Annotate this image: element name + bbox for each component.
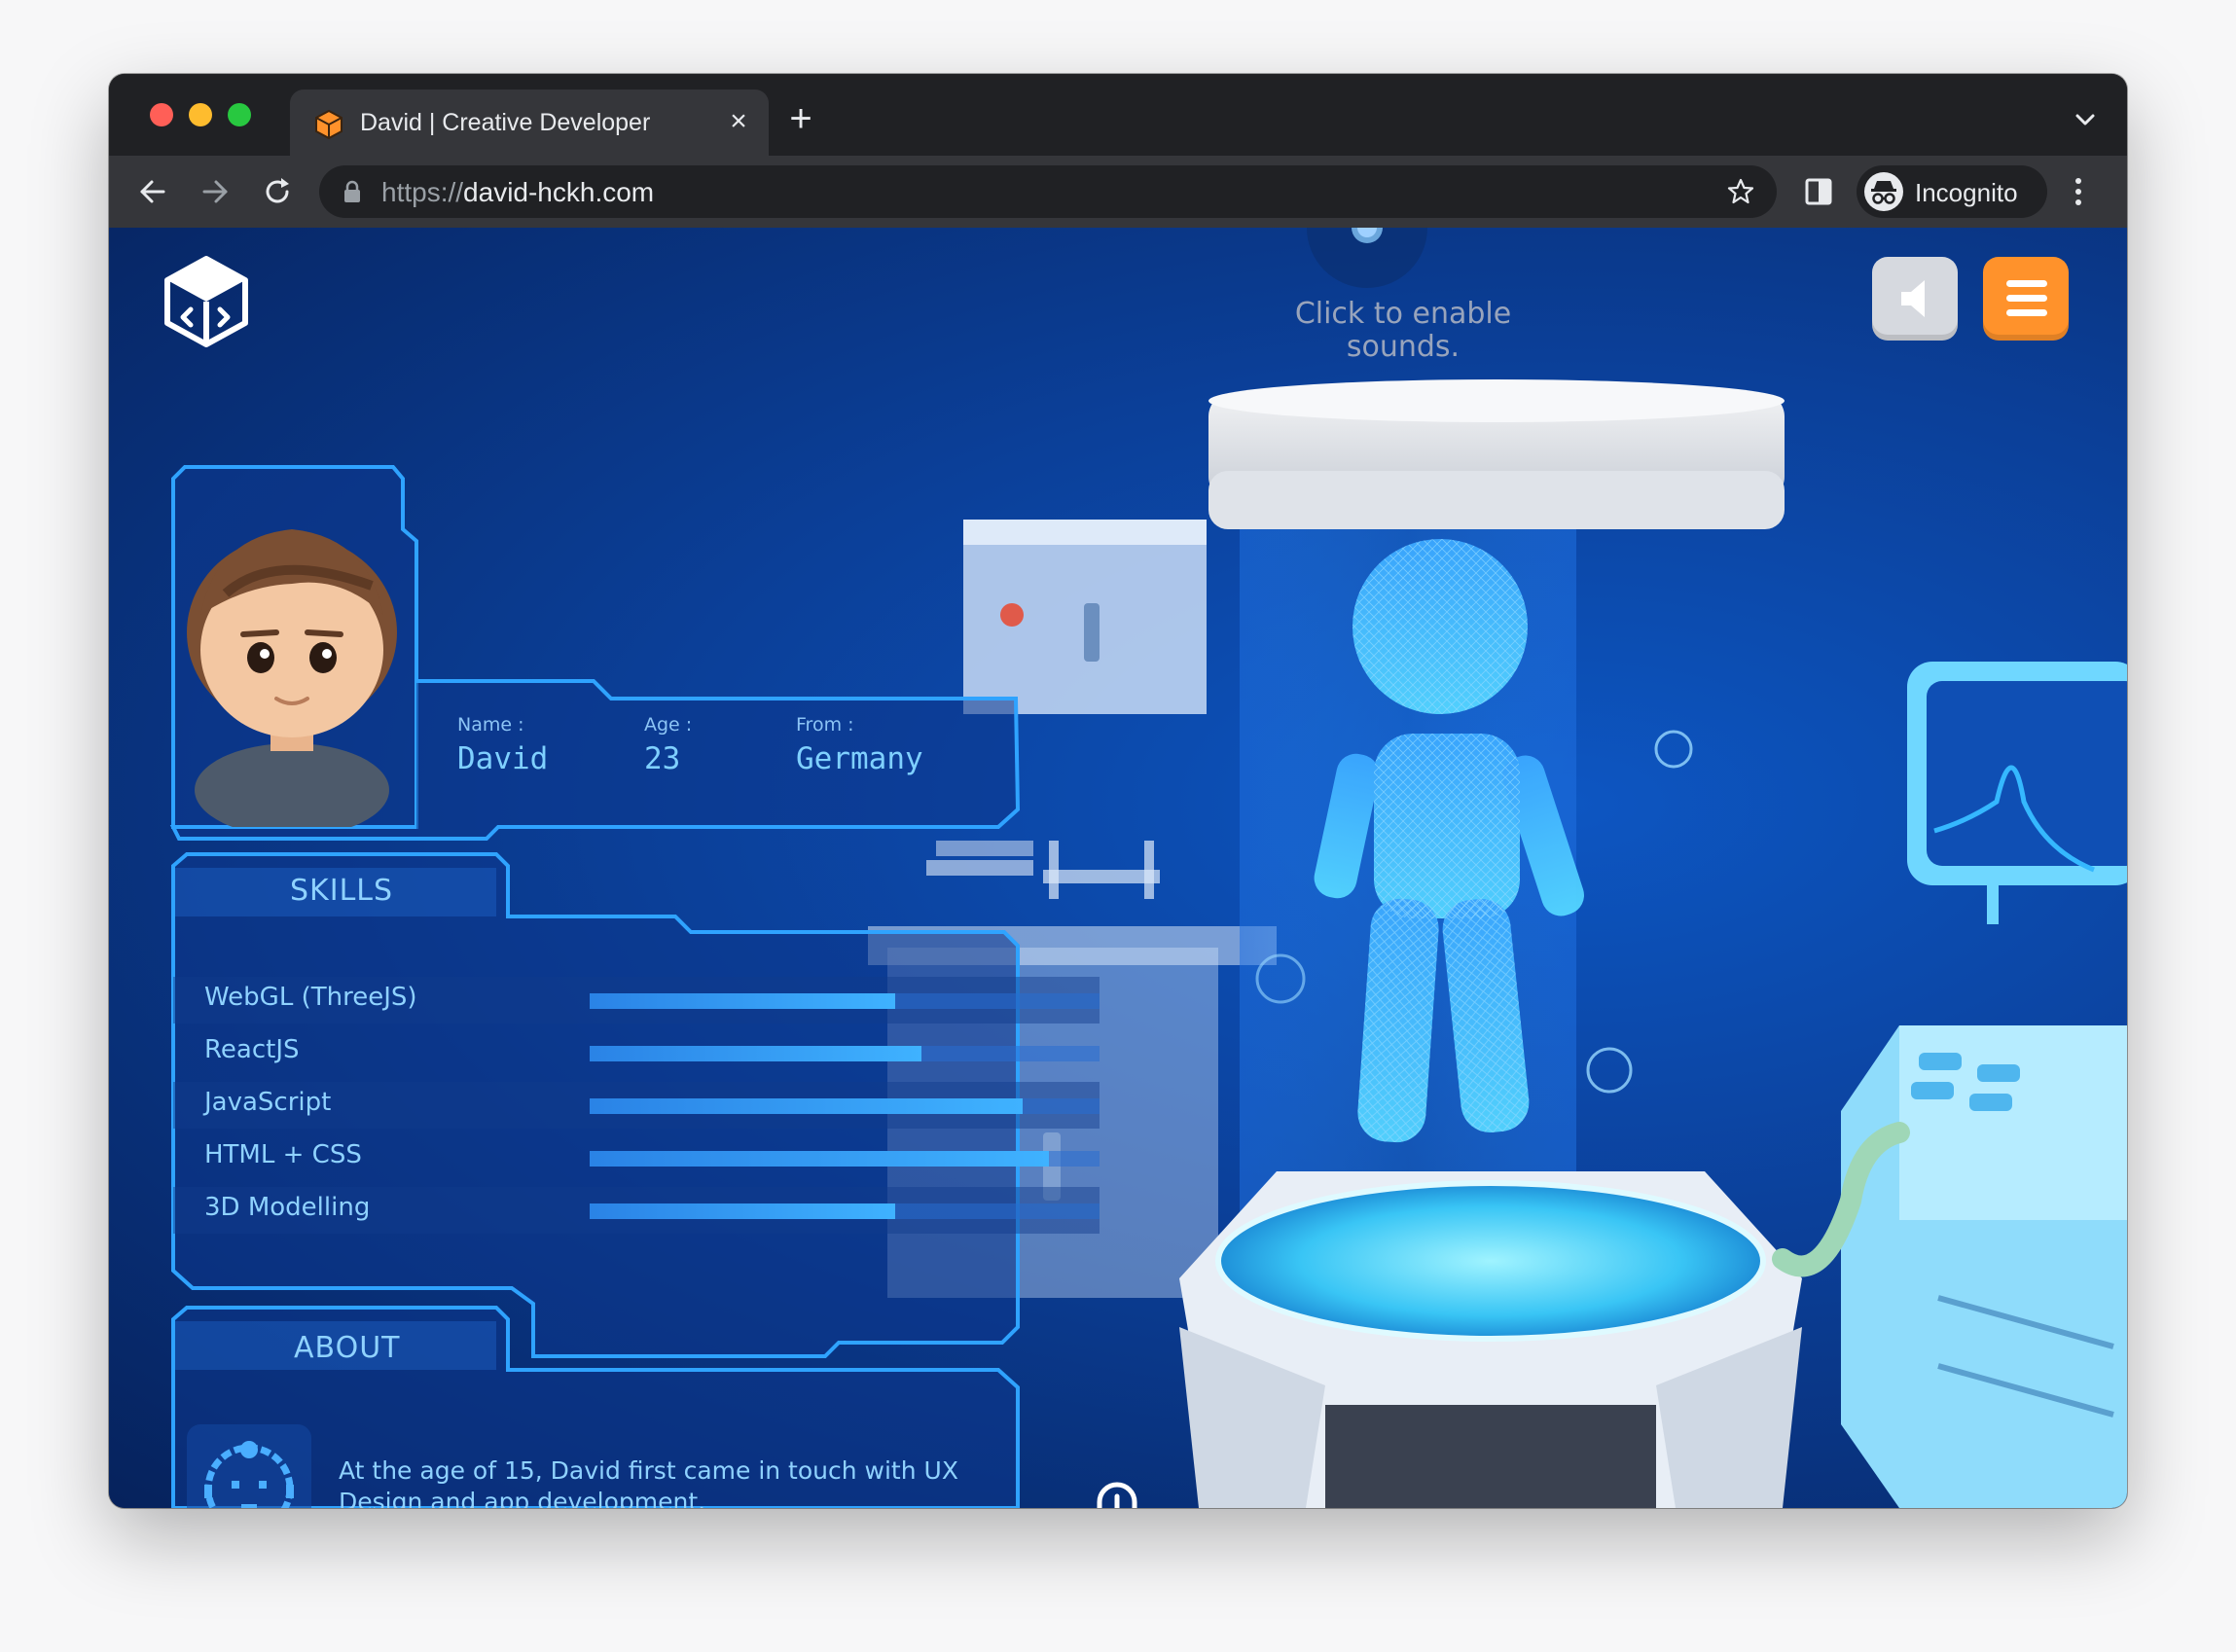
incognito-badge[interactable]: Incognito <box>1857 165 2047 218</box>
incognito-label: Incognito <box>1915 178 2018 207</box>
incognito-icon <box>1864 172 1903 211</box>
skill-bar-fill <box>590 993 896 1009</box>
skill-label: 3D Modelling <box>204 1193 371 1222</box>
lock-icon <box>344 180 360 202</box>
age-value: 23 <box>644 741 681 776</box>
tab-active[interactable]: David | Creative Developer × <box>290 90 769 156</box>
skill-bar-track <box>590 993 1100 1009</box>
baby-icon <box>204 1441 294 1508</box>
skill-bar-fill <box>590 1046 921 1061</box>
webgl-viewport[interactable]: Click to enable sounds. Name: David Age… <box>109 228 2127 1508</box>
tab-strip: David | Creative Developer × + <box>109 74 2127 156</box>
maximize-window-button[interactable] <box>228 103 251 126</box>
hud-panel-frames <box>169 465 1021 1508</box>
minimize-window-button[interactable] <box>189 103 212 126</box>
close-icon[interactable]: × <box>722 105 755 138</box>
skill-row: HTML + CSS <box>173 1134 1100 1181</box>
forward-arrow-icon[interactable] <box>197 173 234 210</box>
cube-favicon-icon <box>315 109 343 140</box>
skill-label: WebGL (ThreeJS) <box>204 983 417 1012</box>
address-bar[interactable]: https://david-hckh.com <box>319 165 1777 218</box>
skill-bar-track <box>590 1151 1100 1167</box>
skill-label: HTML + CSS <box>204 1140 362 1169</box>
about-title: ABOUT <box>294 1331 401 1365</box>
skill-row: 3D Modelling <box>173 1187 1100 1234</box>
name-value: David <box>457 741 549 776</box>
chevron-down-icon[interactable] <box>2071 105 2100 134</box>
skill-bar-track <box>590 1098 1100 1114</box>
reload-icon[interactable] <box>259 173 296 210</box>
about-text: At the age of 15, David first came in to… <box>339 1456 958 1508</box>
avatar <box>187 529 397 827</box>
skill-row: WebGL (ThreeJS) <box>173 977 1100 1024</box>
back-arrow-icon[interactable] <box>134 173 171 210</box>
tab-title: David | Creative Developer <box>360 109 651 136</box>
skill-label: ReactJS <box>204 1035 300 1064</box>
side-panel-icon[interactable] <box>1802 175 1835 208</box>
skill-row: ReactJS <box>173 1029 1100 1076</box>
mouse-scroll-icon <box>1097 1482 1137 1508</box>
from-label: From : <box>796 714 854 736</box>
from-value: Germany <box>796 741 923 776</box>
star-icon[interactable] <box>1726 177 1755 206</box>
url-text[interactable]: https://david-hckh.com <box>381 177 654 208</box>
baby-icon-box <box>187 1424 311 1508</box>
name-label: Name : <box>457 714 524 736</box>
skill-bar-track <box>590 1203 1100 1219</box>
skill-row: JavaScript <box>173 1082 1100 1129</box>
skills-title: SKILLS <box>290 874 394 908</box>
more-vert-icon[interactable] <box>2071 173 2086 210</box>
toolbar: https://david-hckh.com Incognito <box>109 156 2127 228</box>
skill-bar-fill <box>590 1151 1049 1167</box>
age-label: Age : <box>644 714 693 736</box>
skill-label: JavaScript <box>204 1088 332 1117</box>
plus-icon[interactable]: + <box>780 99 821 140</box>
skill-bar-fill <box>590 1203 896 1219</box>
skill-bar-fill <box>590 1098 1024 1114</box>
skill-bar-track <box>590 1046 1100 1061</box>
close-window-button[interactable] <box>150 103 173 126</box>
browser-window: David | Creative Developer × + https://d… <box>109 74 2127 1508</box>
